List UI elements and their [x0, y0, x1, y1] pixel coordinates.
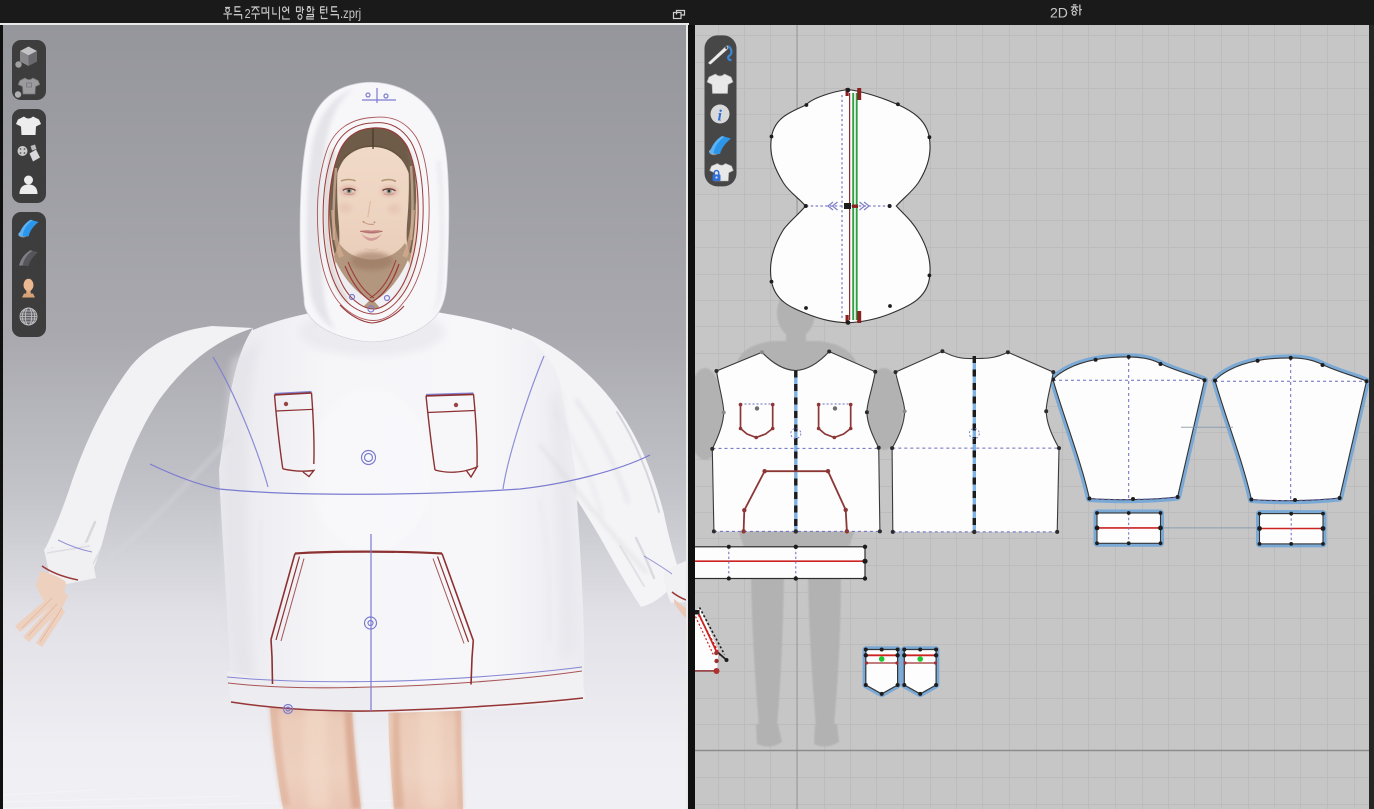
svg-text:2: 2 — [245, 6, 251, 21]
svg-text:i: i — [718, 108, 723, 125]
svg-text:.zprj: .zprj — [340, 6, 361, 21]
svg-text:2D: 2D — [1050, 5, 1068, 21]
